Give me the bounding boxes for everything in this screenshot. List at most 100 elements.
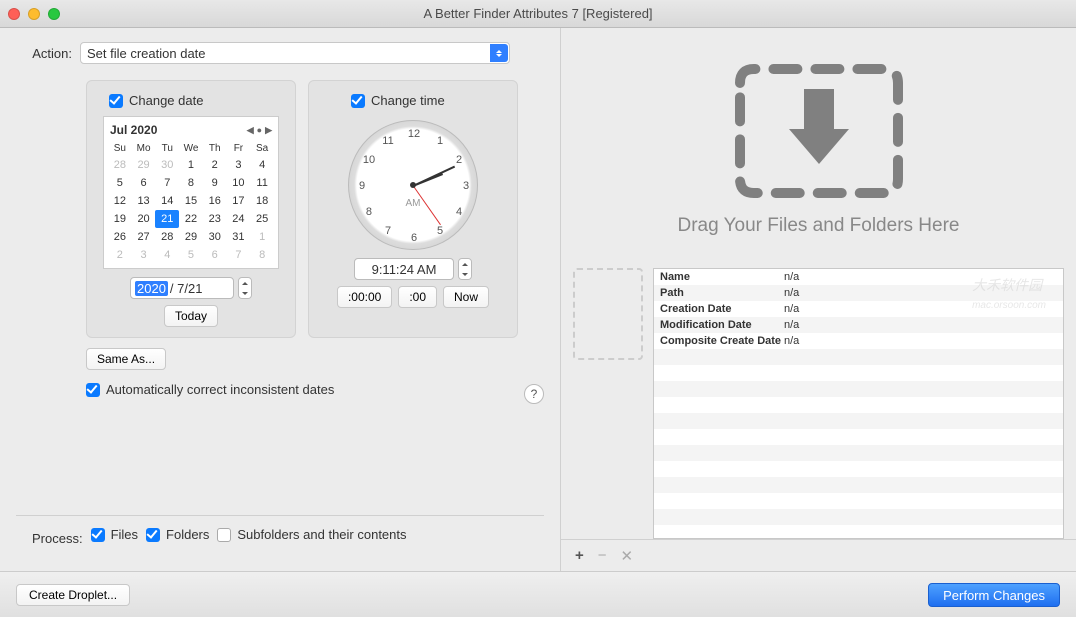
clock-number: 4 [456,206,462,218]
info-value: n/a [784,335,799,347]
calendar-day[interactable]: 21 [155,210,179,228]
calendar-day[interactable]: 19 [108,210,132,228]
calendar-prev-icon[interactable]: ◀ [247,125,254,136]
calendar-day[interactable]: 1 [250,228,274,246]
clock-number: 3 [463,180,469,192]
calendar[interactable]: Jul 2020 ◀ ● ▶ SuMoTuWeThFrSa28293012345… [103,116,279,269]
info-key: Composite Create Date [654,335,784,347]
change-date-label: Change date [129,93,203,108]
process-files-checkbox[interactable]: Files [91,527,138,542]
today-button[interactable]: Today [164,305,218,327]
calendar-day[interactable]: 2 [108,246,132,264]
calendar-day[interactable]: 28 [155,228,179,246]
remove-file-button[interactable]: − [598,547,607,564]
minimize-icon[interactable] [28,8,40,20]
calendar-day[interactable]: 8 [179,174,203,192]
calendar-day[interactable]: 28 [108,156,132,174]
weekday-header: Sa [250,141,274,156]
calendar-day[interactable]: 29 [179,228,203,246]
perform-changes-button[interactable]: Perform Changes [928,583,1060,607]
add-file-button[interactable]: + [575,547,584,564]
calendar-day[interactable]: 4 [155,246,179,264]
zero-time-button[interactable]: :00:00 [337,286,392,308]
calendar-day[interactable]: 29 [132,156,156,174]
calendar-day[interactable]: 31 [227,228,251,246]
clear-files-button[interactable]: ✕ [621,547,634,565]
calendar-day[interactable]: 30 [155,156,179,174]
calendar-day[interactable]: 13 [132,192,156,210]
zoom-icon[interactable] [48,8,60,20]
process-folders-checkbox[interactable]: Folders [146,527,209,542]
calendar-day[interactable]: 3 [132,246,156,264]
file-info-table: Namen/aPathn/aCreation Daten/aModificati… [653,268,1064,539]
drop-zone[interactable]: Drag Your Files and Folders Here [561,28,1076,268]
calendar-day[interactable]: 15 [179,192,203,210]
time-input[interactable]: 9:11:24 AM [354,258,454,280]
info-row-empty [654,349,1063,365]
calendar-day[interactable]: 18 [250,192,274,210]
calendar-today-dot-icon[interactable]: ● [257,125,262,135]
help-button[interactable]: ? [524,384,544,404]
time-stepper[interactable] [458,258,472,280]
calendar-day[interactable]: 17 [227,192,251,210]
calendar-day[interactable]: 5 [108,174,132,192]
weekday-header: We [179,141,203,156]
now-button[interactable]: Now [443,286,489,308]
calendar-day[interactable]: 27 [132,228,156,246]
calendar-day[interactable]: 16 [203,192,227,210]
calendar-day[interactable]: 24 [227,210,251,228]
checkbox-on-icon [91,528,105,542]
change-date-checkbox[interactable]: Change date [109,93,203,108]
auto-correct-checkbox[interactable]: Automatically correct inconsistent dates [86,382,334,397]
calendar-day[interactable]: 23 [203,210,227,228]
calendar-next-icon[interactable]: ▶ [265,125,272,136]
info-row-empty [654,429,1063,445]
calendar-day[interactable]: 25 [250,210,274,228]
clock-center-icon [410,182,416,188]
calendar-day[interactable]: 8 [250,246,274,264]
calendar-month: Jul 2020 [110,123,157,137]
same-as-button[interactable]: Same As... [86,348,166,370]
action-select[interactable]: Set file creation date [80,42,510,64]
calendar-day[interactable]: 5 [179,246,203,264]
analog-clock[interactable]: AM 121234567891011 [348,120,478,250]
info-row-empty [654,365,1063,381]
calendar-day[interactable]: 6 [203,246,227,264]
change-date-panel: Change date Jul 2020 ◀ ● ▶ SuMoTuWeThFrS… [86,80,296,338]
calendar-day[interactable]: 2 [203,156,227,174]
calendar-day[interactable]: 20 [132,210,156,228]
drop-text: Drag Your Files and Folders Here [678,215,960,237]
calendar-day[interactable]: 14 [155,192,179,210]
calendar-day[interactable]: 3 [227,156,251,174]
calendar-day[interactable]: 30 [203,228,227,246]
change-time-panel: Change time AM 121234567891011 9:11:24 A… [308,80,518,338]
clock-number: 11 [382,135,393,147]
create-droplet-button[interactable]: Create Droplet... [16,584,130,606]
calendar-day[interactable]: 7 [155,174,179,192]
info-value: n/a [784,319,799,331]
calendar-day[interactable]: 12 [108,192,132,210]
checkbox-on-icon [351,94,365,108]
clock-number: 9 [359,180,365,192]
date-input[interactable]: 2020 / 7/21 [130,277,234,299]
zero-seconds-button[interactable]: :00 [398,286,437,308]
calendar-day[interactable]: 4 [250,156,274,174]
weekday-header: Tu [155,141,179,156]
calendar-day[interactable]: 10 [227,174,251,192]
change-time-checkbox[interactable]: Change time [351,93,445,108]
calendar-day[interactable]: 9 [203,174,227,192]
calendar-day[interactable]: 22 [179,210,203,228]
date-stepper[interactable] [238,277,252,299]
info-row-empty [654,413,1063,429]
process-subfolders-checkbox[interactable]: Subfolders and their contents [217,527,406,542]
clock-number: 5 [437,225,443,237]
change-time-label: Change time [371,93,445,108]
calendar-day[interactable]: 6 [132,174,156,192]
calendar-day[interactable]: 7 [227,246,251,264]
close-icon[interactable] [8,8,20,20]
info-row: Modification Daten/a [654,317,1063,333]
calendar-day[interactable]: 1 [179,156,203,174]
clock-number: 1 [437,135,443,147]
calendar-day[interactable]: 26 [108,228,132,246]
calendar-day[interactable]: 11 [250,174,274,192]
